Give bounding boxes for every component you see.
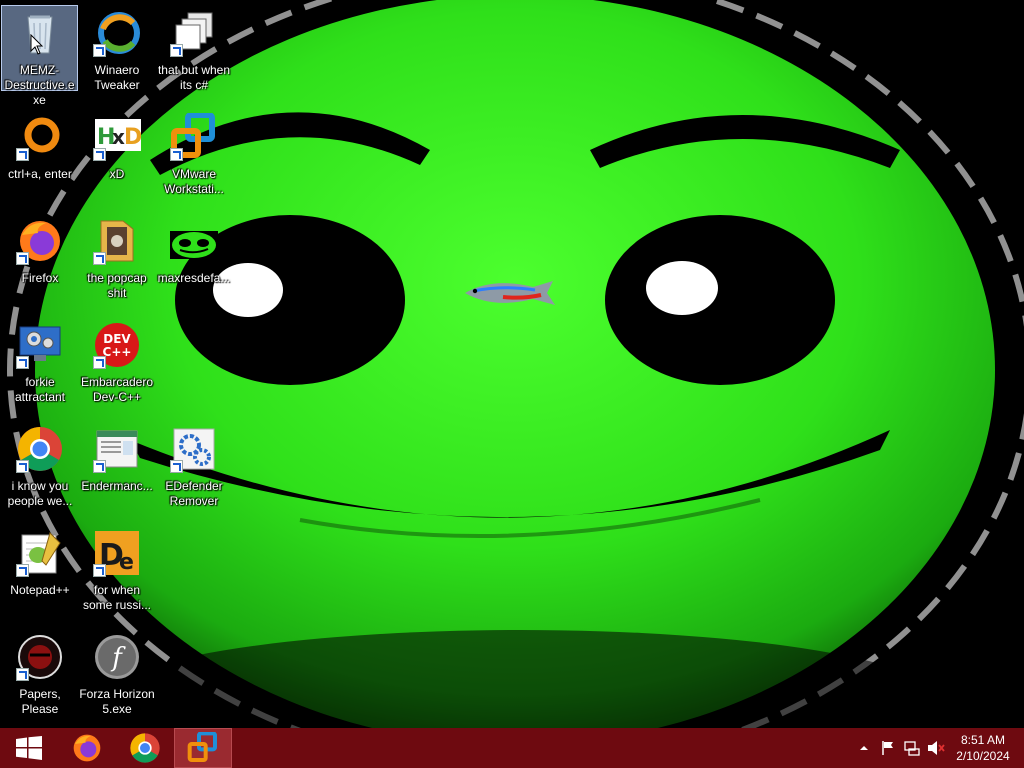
shortcut-arrow-icon (93, 148, 106, 161)
shortcut-arrow-icon (93, 44, 106, 57)
desktop-icon-vmware[interactable]: VMware Workstati... (155, 109, 233, 209)
shortcut-arrow-icon (93, 460, 106, 473)
icon-label: Notepad++ (10, 583, 70, 597)
network-icon[interactable] (900, 728, 924, 768)
show-desktop-button[interactable] (1018, 728, 1024, 768)
icon-label: i know you people we... (7, 479, 73, 508)
shortcut-arrow-icon (16, 564, 29, 577)
shortcut-arrow-icon (170, 460, 183, 473)
desktop[interactable]: MEMZ-Destructive.exe Winaero Tweaker tha… (0, 0, 1024, 728)
shortcut-arrow-icon (170, 44, 183, 57)
icon-label: MEMZ-Destructive.exe (4, 63, 75, 107)
desktop-icon-edefender-remover[interactable]: EDefender Remover (155, 421, 233, 521)
chevron-up-icon[interactable] (852, 728, 876, 768)
flash-icon: f (93, 633, 141, 681)
icon-label: Winaero Tweaker (94, 63, 140, 92)
right-eye (605, 215, 835, 385)
icon-label: Papers, Please (19, 687, 61, 716)
green-face-thumbnail-icon (170, 217, 218, 265)
die-icon: De (93, 529, 141, 577)
orange-ring-icon (16, 113, 64, 161)
desktop-icon-maxresdefault[interactable]: maxresdefa... (155, 213, 233, 313)
svg-text:DEV: DEV (103, 332, 131, 346)
shortcut-arrow-icon (93, 356, 106, 369)
vmware-icon (170, 112, 218, 161)
desktop-icon-the-popcap-shit[interactable]: the popcap shit (78, 213, 156, 313)
monitor-gear-icon (16, 321, 64, 369)
icon-label: that but when its c# (157, 63, 231, 92)
shortcut-arrow-icon (170, 148, 183, 161)
desktop-icon-papers-please[interactable]: Papers, Please (1, 629, 79, 728)
svg-text:C++: C++ (103, 345, 132, 359)
desktop-icon-endermanch[interactable]: Endermanc... (78, 421, 156, 521)
desktop-icon-winaero[interactable]: Winaero Tweaker (78, 5, 156, 105)
svg-text:e: e (119, 550, 134, 575)
shortcut-arrow-icon (16, 252, 29, 265)
system-tray: 8:51 AM 2/10/2024 (852, 728, 1024, 768)
folder-icon (93, 217, 141, 265)
shortcut-arrow-icon (16, 356, 29, 369)
start-button[interactable] (0, 728, 58, 768)
shortcut-arrow-icon (93, 252, 106, 265)
icon-label: forkie attractant (14, 375, 66, 404)
desktop-icon-for-when-some-russi[interactable]: De for when some russi... (78, 525, 156, 625)
taskbar: 8:51 AM 2/10/2024 (0, 728, 1024, 768)
desktop-icon-xd[interactable]: HxD xD (78, 109, 156, 209)
stacked-windows-icon (170, 9, 218, 57)
shortcut-arrow-icon (16, 460, 29, 473)
windows-logo-icon (16, 736, 42, 760)
svg-text:D: D (124, 125, 141, 150)
shortcut-arrow-icon (16, 148, 29, 161)
icon-label: for when some russi... (82, 583, 151, 612)
icon-label: the popcap shit (87, 271, 147, 300)
papers-please-icon (16, 633, 64, 681)
vmware-taskbar-button[interactable] (174, 728, 232, 768)
icon-label: maxresdefa... (157, 271, 231, 285)
winaero-icon (93, 9, 141, 57)
devcpp-icon: DEV C++ (93, 321, 141, 369)
icon-label: Embarcadero Dev-C++ (80, 375, 154, 404)
hxd-icon: HxD (93, 113, 142, 161)
icon-label: EDefender Remover (165, 479, 223, 508)
firefox-icon (16, 217, 64, 265)
firefox-icon (73, 734, 101, 762)
volume-muted-icon[interactable] (924, 728, 948, 768)
desktop-icon-that-but-when-its-csharp[interactable]: that but when its c# (155, 5, 233, 105)
desktop-icon-ctrl-a-enter[interactable]: ctrl+a, enter (1, 109, 79, 209)
mouse-cursor-icon (30, 34, 44, 55)
icon-label: VMware Workstati... (164, 167, 224, 196)
icon-label: Firefox (21, 271, 59, 285)
shortcut-arrow-icon (93, 564, 106, 577)
icon-label: Forza Horizon 5.exe (79, 687, 155, 716)
clock[interactable]: 8:51 AM 2/10/2024 (948, 732, 1018, 764)
icon-label: Endermanc... (81, 479, 153, 493)
desktop-icon-forkie-attractant[interactable]: forkie attractant (1, 317, 79, 417)
neon-tetra-fish (465, 281, 555, 305)
icon-label: ctrl+a, enter (8, 167, 72, 181)
vmware-icon (187, 732, 217, 762)
desktop-icon-embarcadero-devcpp[interactable]: DEV C++ Embarcadero Dev-C++ (78, 317, 156, 417)
chrome-taskbar-button[interactable] (116, 728, 174, 768)
gears-icon (170, 425, 218, 473)
notepadpp-icon (16, 529, 64, 577)
desktop-icon-notepadpp[interactable]: Notepad++ (1, 525, 79, 625)
document-window-icon (93, 425, 141, 473)
clock-time: 8:51 AM (960, 733, 1006, 747)
flag-icon[interactable] (876, 728, 900, 768)
chrome-icon (130, 733, 160, 763)
desktop-icon-firefox[interactable]: Firefox (1, 213, 79, 313)
desktop-icon-i-know-you-people[interactable]: i know you people we... (1, 421, 79, 521)
desktop-icon-forza-horizon-5[interactable]: f Forza Horizon 5.exe (78, 629, 156, 728)
shortcut-arrow-icon (16, 668, 29, 681)
firefox-taskbar-button[interactable] (58, 728, 116, 768)
icon-label: xD (109, 167, 125, 181)
clock-date: 2/10/2024 (956, 749, 1010, 763)
chrome-icon (16, 425, 64, 473)
